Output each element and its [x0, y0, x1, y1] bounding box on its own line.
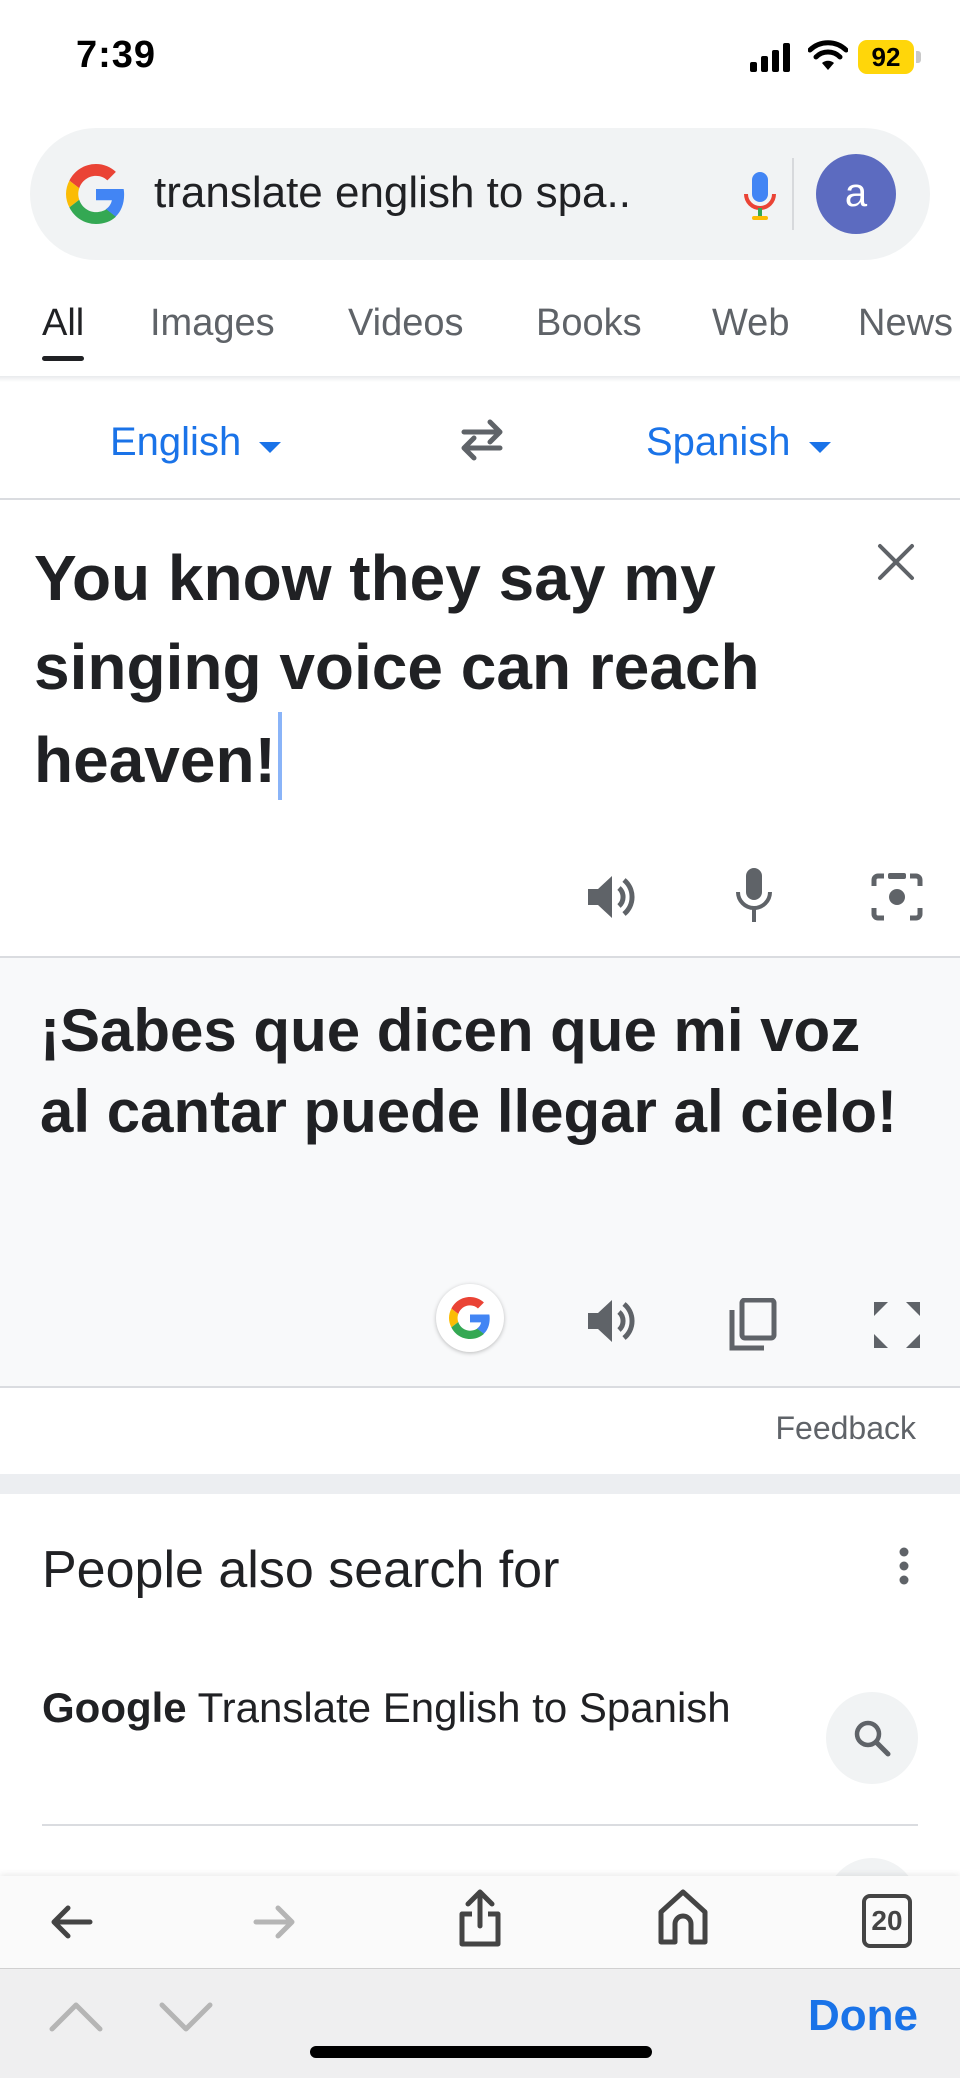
share-icon[interactable]	[456, 1886, 504, 1950]
google-translate-button[interactable]	[436, 1284, 504, 1352]
forward-arrow-icon[interactable]	[252, 1902, 298, 1942]
source-text-area[interactable]: You know they say my singing voice can r…	[0, 500, 960, 958]
copy-icon[interactable]	[728, 1298, 778, 1352]
tab-all[interactable]: All	[42, 302, 85, 361]
people-also-search-title: People also search for	[42, 1541, 560, 1599]
battery-icon: 92	[858, 40, 921, 74]
source-language-select[interactable]: English	[110, 420, 282, 465]
translation-area: ¡Sabes que dicen que mi voz al cantar pu…	[0, 958, 960, 1388]
status-bar: 7:39 92	[0, 0, 960, 120]
dropdown-arrow-icon	[259, 442, 282, 453]
search-bar[interactable]: translate english to spa.. a	[30, 128, 930, 260]
browser-toolbar: 20	[0, 1876, 960, 1968]
related-search-item[interactable]: Google Translate English to Spanish	[42, 1680, 802, 1736]
target-language-label: Spanish	[646, 420, 791, 464]
feedback-row: Feedback	[0, 1390, 960, 1474]
back-arrow-icon[interactable]	[48, 1902, 94, 1942]
swap-languages-icon[interactable]	[454, 418, 510, 462]
done-button[interactable]: Done	[808, 1991, 918, 2041]
feedback-link[interactable]: Feedback	[775, 1410, 916, 1447]
camera-icon[interactable]	[870, 872, 924, 922]
google-logo-icon	[66, 164, 125, 224]
avatar[interactable]: a	[816, 154, 896, 234]
search-input[interactable]: translate english to spa..	[154, 168, 714, 218]
separator	[792, 158, 794, 230]
battery-level: 92	[871, 42, 901, 72]
tabs-icon[interactable]: 20	[862, 1894, 912, 1948]
status-time: 7:39	[76, 34, 157, 76]
tab-images[interactable]: Images	[150, 302, 275, 345]
related-search-text: Translate English to Spanish	[186, 1684, 731, 1731]
close-icon[interactable]	[874, 540, 918, 584]
wifi-icon	[808, 40, 848, 70]
chevron-down-icon[interactable]	[158, 1999, 214, 2035]
section-divider	[0, 1474, 960, 1494]
voice-search-icon[interactable]	[742, 170, 778, 222]
chevron-up-icon[interactable]	[48, 1999, 104, 2035]
related-search-button[interactable]	[826, 1692, 918, 1784]
tab-books[interactable]: Books	[536, 302, 642, 345]
find-bar: Done	[0, 1968, 960, 2078]
dropdown-arrow-icon	[808, 442, 831, 453]
search-icon	[854, 1720, 891, 1757]
target-language-select[interactable]: Spanish	[646, 420, 831, 465]
text-cursor	[277, 712, 282, 800]
translated-text: ¡Sabes que dicen que mi voz al cantar pu…	[40, 997, 897, 1145]
source-text[interactable]: You know they say my singing voice can r…	[34, 534, 854, 805]
related-search-bold: Google	[42, 1684, 187, 1731]
tab-news[interactable]: News	[858, 302, 953, 345]
source-language-label: English	[110, 420, 242, 464]
tab-web[interactable]: Web	[712, 302, 789, 345]
google-logo-icon	[449, 1297, 490, 1339]
mic-icon[interactable]	[734, 866, 774, 926]
list-divider	[42, 1824, 918, 1826]
more-vert-icon[interactable]	[898, 1546, 910, 1586]
search-tabs: All Images Videos Books Web News	[0, 290, 960, 376]
language-row: English Spanish	[0, 382, 960, 500]
speaker-icon[interactable]	[584, 1296, 640, 1346]
cellular-signal-icon	[750, 42, 790, 72]
home-indicator	[310, 2046, 652, 2058]
tab-videos[interactable]: Videos	[348, 302, 464, 345]
fullscreen-icon[interactable]	[870, 1298, 924, 1352]
speaker-icon[interactable]	[584, 872, 640, 922]
home-icon[interactable]	[656, 1888, 710, 1946]
